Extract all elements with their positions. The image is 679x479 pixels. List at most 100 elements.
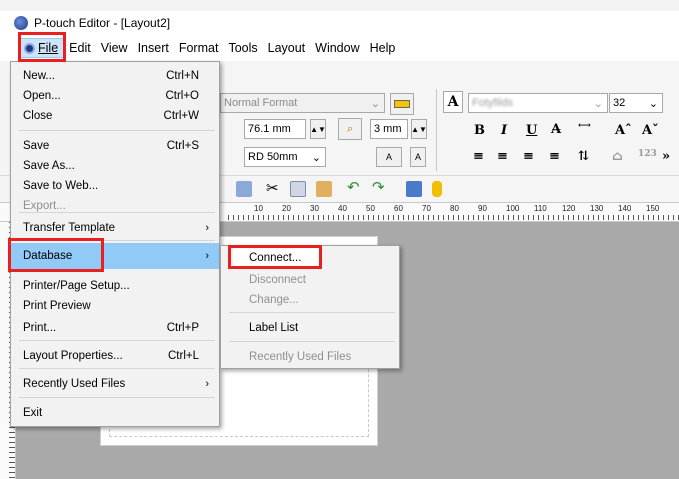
db-menu-item-recently-used-files[interactable]: Recently Used Files	[221, 347, 399, 367]
ruler-number: 150	[646, 204, 660, 213]
menu-help-label: Help	[369, 41, 396, 55]
undo-icon[interactable]: ↶	[347, 178, 363, 196]
menu-window-label: Window	[315, 41, 360, 55]
menu-item-label: Label List	[249, 322, 299, 334]
redo-icon[interactable]: ↷	[372, 178, 388, 196]
menu-insert[interactable]: Insert	[133, 38, 174, 58]
file-menu-item-recently-used-files[interactable]: Recently Used Files ›	[11, 374, 219, 394]
ptouch-editor-window: P-touch Editor - [Layout2] File Edit Vie…	[0, 0, 679, 479]
menu-view[interactable]: View	[96, 38, 133, 58]
menu-layout[interactable]: Layout	[263, 38, 311, 58]
file-menu-item-save[interactable]: Save Ctrl+S	[11, 136, 219, 156]
align-center-icon[interactable]: ≡	[497, 149, 508, 164]
file-menu-item-close[interactable]: Close Ctrl+W	[11, 106, 219, 126]
numbering-icon[interactable]: 123	[638, 149, 657, 159]
db-menu-item-label-list[interactable]: Label List	[221, 318, 399, 338]
menu-separator	[19, 130, 215, 131]
tape-select[interactable]: RD 50mm ⌄	[244, 147, 326, 167]
italic-button[interactable]: I	[501, 123, 507, 138]
outline-text-icon[interactable]: A̶	[551, 122, 561, 137]
database-icon[interactable]	[432, 181, 442, 197]
char-spacing-icon[interactable]: ⟷	[578, 121, 591, 131]
more-icon[interactable]: »	[662, 149, 670, 164]
file-menu-item-save-as[interactable]: Save As...	[11, 156, 219, 176]
font-name-select[interactable]: Fotyfilds ⌄	[468, 93, 608, 113]
window-title: P-touch Editor - [Layout2]	[34, 16, 171, 30]
ruler-number: 140	[618, 204, 632, 213]
file-menu-item-new[interactable]: New... Ctrl+N	[11, 66, 219, 86]
chevron-down-icon: ⌄	[648, 97, 658, 110]
menu-insert-label: Insert	[137, 41, 169, 55]
layout-icon[interactable]	[406, 181, 422, 197]
menu-format[interactable]: Format	[174, 38, 224, 58]
justify-icon[interactable]: ≡	[549, 149, 560, 164]
length-spinner[interactable]: ▲▼	[310, 119, 326, 139]
menu-item-label: Print...	[23, 322, 57, 334]
menu-format-label: Format	[178, 41, 219, 55]
menu-item-shortcut: Ctrl+P	[166, 322, 199, 334]
print-icon[interactable]	[236, 181, 252, 197]
database-submenu: Connect... Disconnect Change... Label List R…	[220, 245, 400, 369]
stamp-icon[interactable]: ⌂	[612, 149, 623, 164]
menu-separator	[19, 368, 215, 369]
menu-window[interactable]: Window	[310, 38, 364, 58]
align-right-icon[interactable]: ≡	[523, 149, 534, 164]
file-menu-item-print-preview[interactable]: Print Preview	[11, 296, 219, 316]
file-menu-item-exit[interactable]: Exit	[11, 403, 219, 423]
tape-color-button[interactable]	[390, 93, 414, 115]
menu-help[interactable]: Help	[365, 38, 401, 58]
menu-item-label: Connect...	[249, 252, 302, 264]
ruler-number: 100	[506, 204, 520, 213]
file-menu-item-export[interactable]: Export...	[11, 196, 219, 216]
chevron-down-icon: ⌄	[311, 151, 321, 164]
align-left-icon[interactable]: ≡	[473, 149, 484, 164]
file-menu-item-printer-page-setup[interactable]: Printer/Page Setup...	[11, 276, 219, 296]
app-logo-icon	[14, 16, 28, 30]
font-size-select[interactable]: 32 ⌄	[609, 93, 663, 113]
submenu-arrow-icon: ›	[205, 222, 209, 234]
file-menu-item-print[interactable]: Print... Ctrl+P	[11, 318, 219, 338]
font-icon[interactable]: A	[443, 91, 463, 113]
grow-font-icon[interactable]: Aˆ	[615, 123, 632, 138]
paste-icon[interactable]	[316, 181, 332, 197]
file-menu-item-save-to-web[interactable]: Save to Web...	[11, 176, 219, 196]
menu-separator	[19, 397, 215, 398]
ribbon-divider	[436, 89, 437, 171]
menu-edit[interactable]: Edit	[64, 38, 96, 58]
font-name-value: Fotyfilds	[472, 97, 513, 109]
db-menu-item-disconnect[interactable]: Disconnect	[221, 270, 399, 290]
menu-item-label: Close	[23, 110, 53, 122]
auto-length-icon[interactable]: ⌕	[338, 118, 362, 140]
menu-item-label: Export...	[23, 200, 66, 212]
menu-file[interactable]: File	[18, 38, 65, 58]
menu-item-shortcut: Ctrl+L	[168, 350, 199, 362]
text-direction-icon[interactable]: ⇅	[578, 149, 589, 164]
ruler-number: 10	[254, 204, 263, 213]
margin-spinner[interactable]: ▲▼	[411, 119, 427, 139]
length-input[interactable]: 76.1 mm	[244, 119, 306, 139]
length-value: 76.1 mm	[248, 123, 291, 135]
shrink-font-icon[interactable]: Aˇ	[642, 123, 659, 138]
file-menu-item-database[interactable]: Database ›	[11, 243, 219, 269]
file-menu-item-open[interactable]: Open... Ctrl+O	[11, 86, 219, 106]
db-menu-item-change[interactable]: Change...	[221, 290, 399, 310]
vertical-text-icon[interactable]: A	[410, 147, 426, 167]
margin-input[interactable]: 3 mm	[370, 119, 408, 139]
copy-icon[interactable]	[290, 181, 306, 197]
menu-tools[interactable]: Tools	[223, 38, 262, 58]
menu-item-label: Layout Properties...	[23, 350, 123, 362]
underline-button[interactable]: U	[526, 123, 537, 138]
file-menu-item-transfer-template[interactable]: Transfer Template ›	[11, 218, 219, 238]
file-menu-item-layout-properties[interactable]: Layout Properties... Ctrl+L	[11, 346, 219, 366]
menu-tools-label: Tools	[228, 41, 258, 55]
menu-item-label: Printer/Page Setup...	[23, 280, 130, 292]
menu-item-label: Disconnect	[249, 274, 306, 286]
db-menu-item-connect[interactable]: Connect...	[233, 248, 319, 268]
format-select[interactable]: Normal Format ⌄	[220, 93, 385, 113]
tape-color-icon	[394, 100, 410, 108]
menu-item-label: Change...	[249, 294, 299, 306]
bold-button[interactable]: B	[474, 123, 485, 138]
cut-icon[interactable]: ✂	[266, 179, 282, 197]
text-frame-icon[interactable]: A	[376, 147, 402, 167]
ruler-number: 60	[394, 204, 403, 213]
